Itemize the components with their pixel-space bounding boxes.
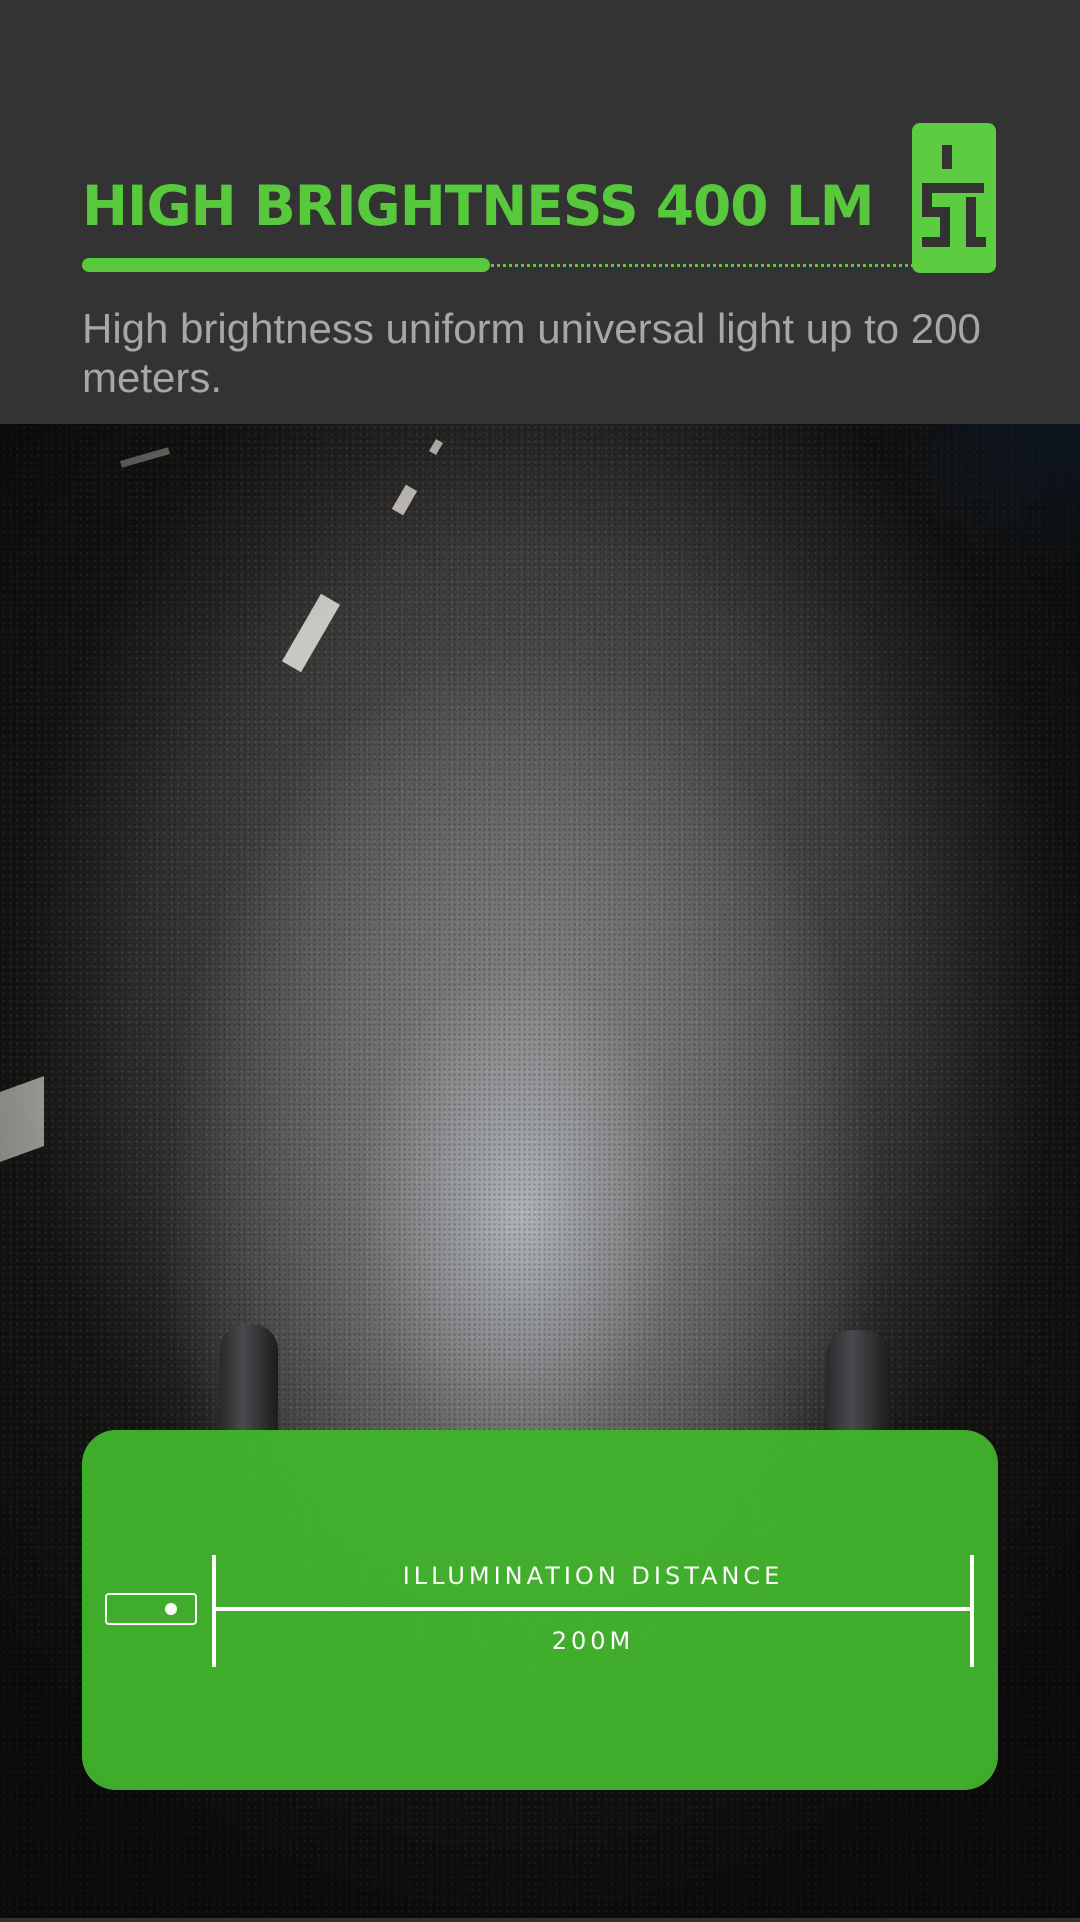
distance-value: 200M	[551, 1627, 635, 1655]
lamp-lens	[165, 1603, 177, 1615]
light-mode-glyph-icon	[912, 123, 996, 273]
brightness-progress-bar	[82, 258, 914, 272]
bike-light-icon	[105, 1593, 197, 1625]
illumination-distance-panel: ILLUMINATION DISTANCE 200M	[82, 1430, 998, 1790]
handlebar-left	[220, 1324, 278, 1434]
progress-fill	[82, 258, 490, 272]
product-feature-page: HIGH BRIGHTNESS 400 LM High brightness u…	[0, 0, 1080, 1922]
handlebar-right	[826, 1330, 890, 1440]
distance-label: ILLUMINATION DISTANCE	[402, 1562, 784, 1590]
page-subtitle: High brightness uniform universal light …	[82, 305, 981, 401]
distance-line	[214, 1607, 972, 1611]
page-title: HIGH BRIGHTNESS 400 LM	[82, 174, 874, 238]
